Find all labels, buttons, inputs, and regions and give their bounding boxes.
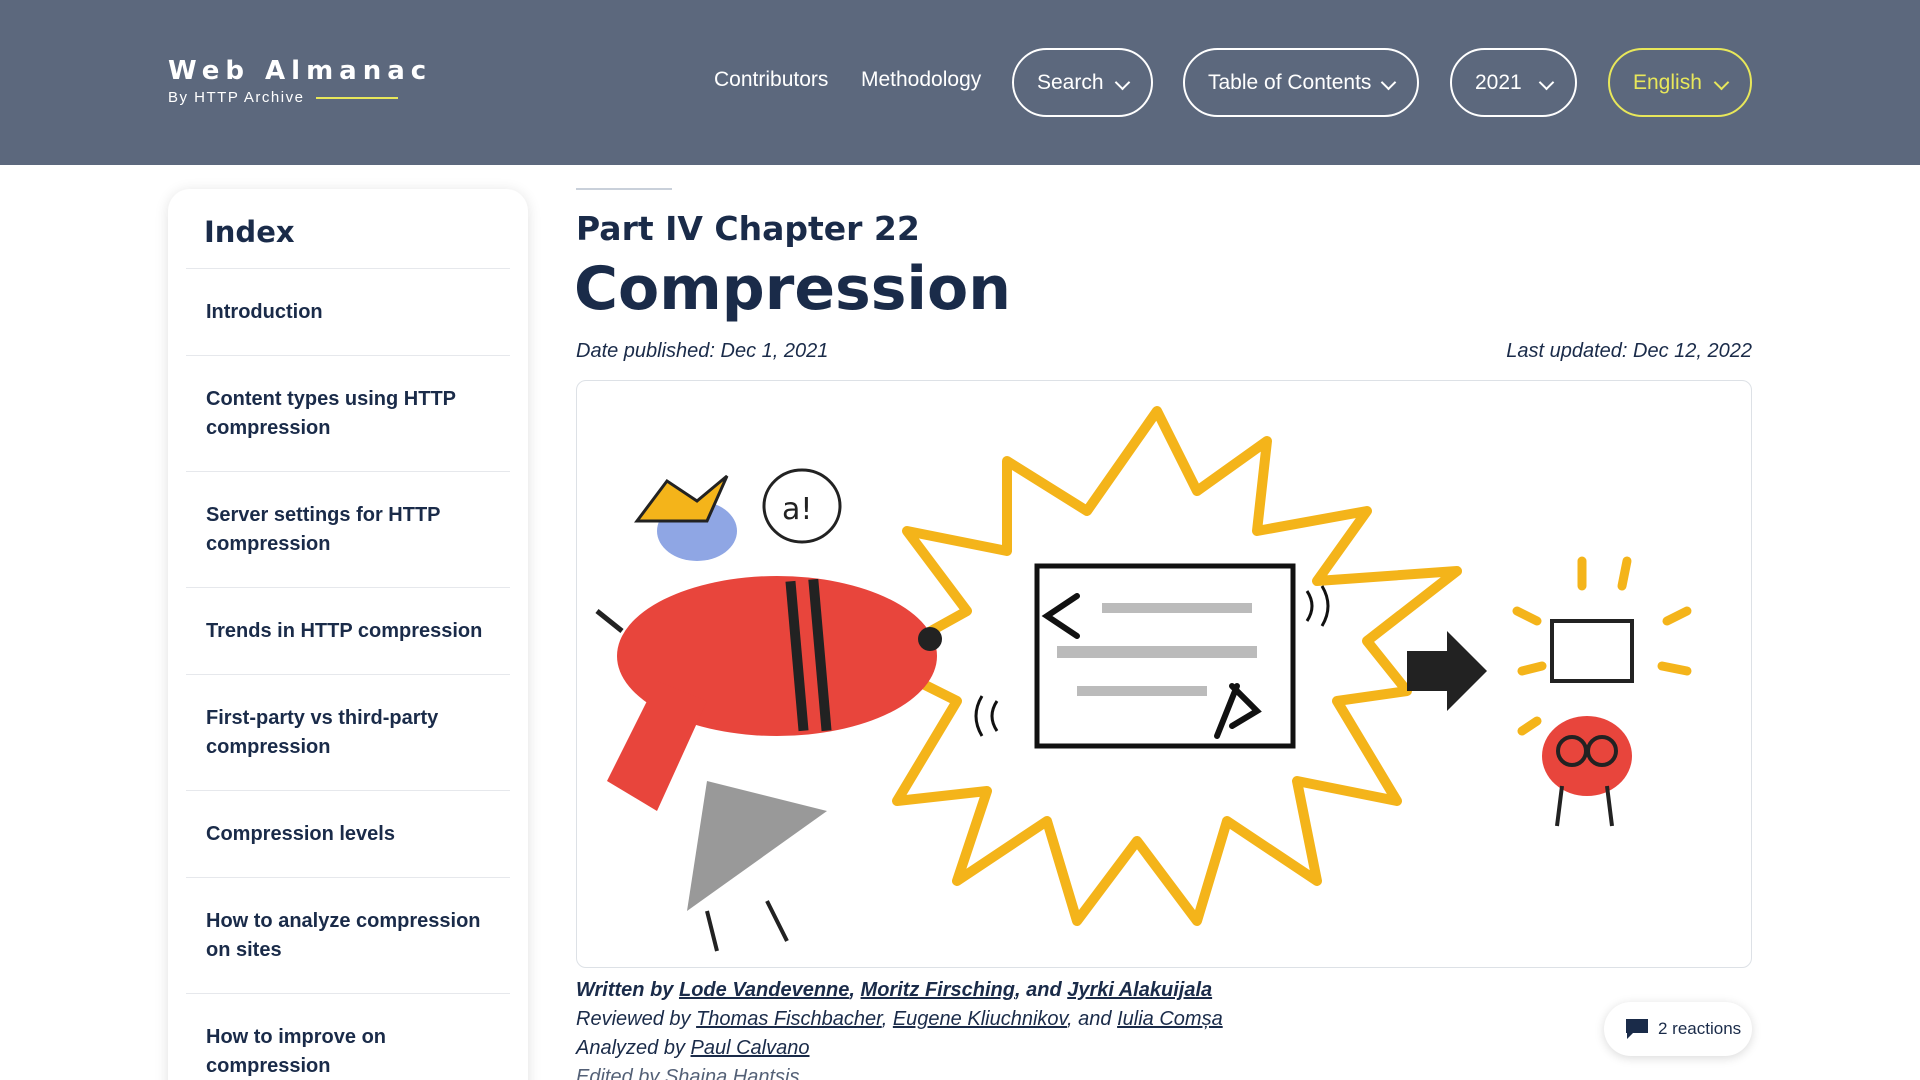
chapter-part-label: Part IV Chapter 22 [576,209,920,248]
arrow-shape [1407,631,1487,711]
written-by-prefix: Written by [576,979,674,1001]
author-link[interactable]: Moritz Firsching [861,979,1015,1001]
date-published: Date published: Dec 1, 2021 [576,340,829,362]
index-item-label: Server settings for HTTP compression [206,503,441,555]
index-item-first-vs-third-party[interactable]: First-party vs third-party compression [186,674,510,790]
reviewed-by-prefix: Reviewed by [576,1008,691,1030]
index-item-label: How to analyze compression on sites [206,909,481,961]
index-item-how-to-analyze[interactable]: How to analyze compression on sites [186,877,510,993]
index-item-content-types[interactable]: Content types using HTTP compression [186,355,510,471]
toc-label: Table of Contents [1208,70,1372,94]
separator: , and [1067,1008,1112,1030]
written-by-line: Written by Lode Vandevenne, Moritz Firsc… [576,976,1223,1005]
reviewer-link[interactable]: Thomas Fischbacher [696,1008,882,1030]
year-label: 2021 [1475,70,1522,94]
logo-subtitle-row: By HTTP Archive [168,89,432,106]
separator: , [881,1008,888,1030]
language-dropdown-button[interactable]: English [1608,48,1752,117]
index-item-introduction[interactable]: Introduction [186,268,510,355]
separator: , and [1014,979,1062,1001]
index-item-label: Introduction [206,300,323,323]
index-item-label: Trends in HTTP compression [206,619,483,642]
reviewed-by-line: Reviewed by Thomas Fischbacher, Eugene K… [576,1005,1223,1034]
title-divider [576,188,672,190]
index-item-trends[interactable]: Trends in HTTP compression [186,587,510,674]
comment-icon [1626,1019,1648,1039]
edited-by-prefix: Edited by [576,1066,660,1080]
nav-contributors-link[interactable]: Contributors [714,68,828,92]
index-item-label: Content types using HTTP compression [206,387,456,439]
reviewer-link[interactable]: Iulia Comșa [1117,1008,1223,1030]
search-dropdown-button[interactable]: Search [1012,48,1153,117]
index-title: Index [204,215,295,249]
logo-underline [316,96,399,99]
chevron-down-icon [1538,74,1555,91]
site-header: Web Almanac By HTTP Archive Contributors… [0,0,1920,165]
index-item-compression-levels[interactable]: Compression levels [186,790,510,877]
site-logo[interactable]: Web Almanac By HTTP Archive [168,56,432,106]
index-item-label: Compression levels [206,822,395,845]
index-item-how-to-improve[interactable]: How to improve on compression [186,993,510,1080]
chevron-down-icon [1713,74,1730,91]
chevron-down-icon [1380,74,1397,91]
toc-dropdown-button[interactable]: Table of Contents [1183,48,1419,117]
chapter-credits: Written by Lode Vandevenne, Moritz Firsc… [576,976,1223,1080]
last-updated: Last updated: Dec 12, 2022 [1506,340,1752,362]
year-dropdown-button[interactable]: 2021 [1450,48,1577,117]
separator: , [849,979,855,1001]
chevron-down-icon [1114,74,1131,91]
svg-text:a!: a! [782,492,812,527]
page-title: Compression [574,254,1011,324]
index-item-server-settings[interactable]: Server settings for HTTP compression [186,471,510,587]
nav-methodology-link[interactable]: Methodology [861,68,981,92]
reactions-label: 2 reactions [1658,1019,1742,1038]
hero-illustration: a! [576,380,1752,968]
author-link[interactable]: Jyrki Alakuijala [1067,979,1212,1001]
edited-by-line: Edited by Shaina Hantsis [576,1063,1223,1080]
logo-title: Web Almanac [168,56,433,86]
reviewer-link[interactable]: Eugene Kliuchnikov [893,1008,1067,1030]
language-label: English [1633,70,1702,94]
index-item-label: How to improve on compression [206,1025,386,1077]
author-link[interactable]: Lode Vandevenne [679,979,849,1001]
compression-illustration: a! [595,406,1692,952]
index-sidebar: Index Introduction Content types using H… [168,189,528,1080]
analyzed-by-prefix: Analyzed by [576,1037,685,1059]
reactions-button[interactable]: 2 reactions [1604,1002,1752,1056]
analyst-link[interactable]: Paul Calvano [691,1037,810,1059]
editor-link[interactable]: Shaina Hantsis [665,1066,800,1080]
logo-subtitle: By HTTP Archive [168,89,305,106]
analyzed-by-line: Analyzed by Paul Calvano [576,1034,1223,1063]
search-label: Search [1037,70,1104,94]
index-item-label: First-party vs third-party compression [206,706,439,758]
